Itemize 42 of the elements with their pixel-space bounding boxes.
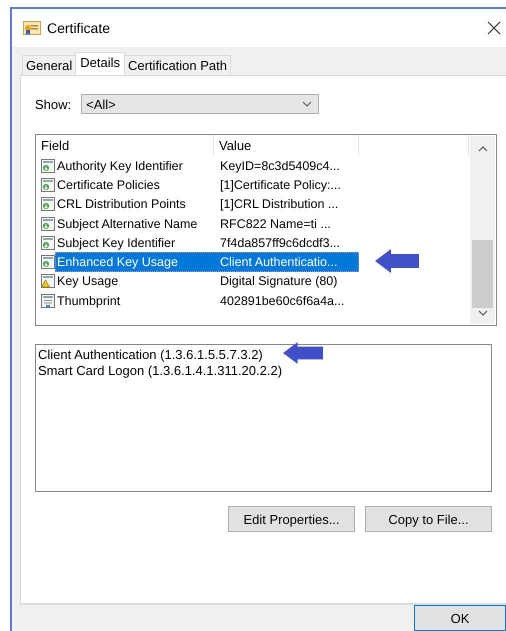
close-button[interactable]: [486, 20, 502, 36]
value-cell[interactable]: 7f4da857ff9c6dcdf3...: [215, 236, 358, 250]
scroll-up-icon[interactable]: [478, 146, 488, 152]
show-label: Show:: [35, 96, 72, 112]
column-header[interactable]: Value: [214, 135, 359, 156]
field-cell[interactable]: Key Usage: [56, 274, 215, 288]
scroll-thumb[interactable]: [472, 240, 493, 308]
field-cell[interactable]: Enhanced Key Usage: [56, 255, 215, 270]
field-cell[interactable]: Certificate Policies: [56, 178, 215, 192]
value-cell[interactable]: [1]Certificate Policy:...: [215, 178, 358, 192]
ok-button[interactable]: OK: [414, 605, 506, 631]
tab[interactable]: Details: [75, 52, 125, 75]
action-button[interactable]: Copy to File...: [365, 506, 492, 532]
field-cell[interactable]: Subject Alternative Name: [56, 216, 215, 231]
value-cell[interactable]: [1]CRL Distribution ...: [215, 197, 358, 212]
scroll-down-icon[interactable]: [478, 310, 488, 316]
warning-document-icon: [41, 274, 55, 288]
detail-line: Smart Card Logon (1.3.6.1.4.1.311.20.2.2): [38, 363, 282, 379]
window-title: Certificate: [47, 20, 112, 36]
value-cell[interactable]: 402891be60c6f6a4a...: [215, 294, 358, 308]
action-button[interactable]: Edit Properties...: [228, 506, 355, 532]
detail-text-area[interactable]: Client Authentication (1.3.6.1.5.5.7.3.2) Smart Card Logon (1.3.6.1.4.1.311.20.2.2): [35, 344, 492, 492]
fields-list[interactable]: [35, 134, 497, 326]
show-dropdown[interactable]: <All>: [81, 94, 320, 114]
annotation-arrow: [283, 342, 323, 364]
document-icon: [41, 294, 55, 308]
annotation-arrow: [375, 249, 419, 273]
field-cell[interactable]: Authority Key Identifier: [56, 158, 215, 173]
value-cell[interactable]: RFC822 Name=ti ...: [215, 216, 358, 231]
tab[interactable]: General: [22, 55, 76, 75]
value-cell[interactable]: Client Authenticatio...: [215, 255, 358, 270]
detail-line: Client Authentication (1.3.6.1.5.5.7.3.2): [38, 347, 263, 363]
value-cell[interactable]: Digital Signature (80): [215, 274, 358, 288]
column-header[interactable]: Field: [36, 135, 214, 156]
chevron-down-icon: [302, 101, 312, 107]
field-cell[interactable]: Subject Key Identifier: [56, 236, 215, 250]
field-cell[interactable]: Thumbprint: [56, 294, 215, 308]
tab[interactable]: Certification Path: [124, 55, 231, 75]
certificate-icon: [23, 20, 41, 36]
scrollbar[interactable]: [470, 136, 495, 324]
field-cell[interactable]: CRL Distribution Points: [56, 197, 215, 212]
value-cell[interactable]: KeyID=8c3d5409c4...: [215, 158, 358, 173]
